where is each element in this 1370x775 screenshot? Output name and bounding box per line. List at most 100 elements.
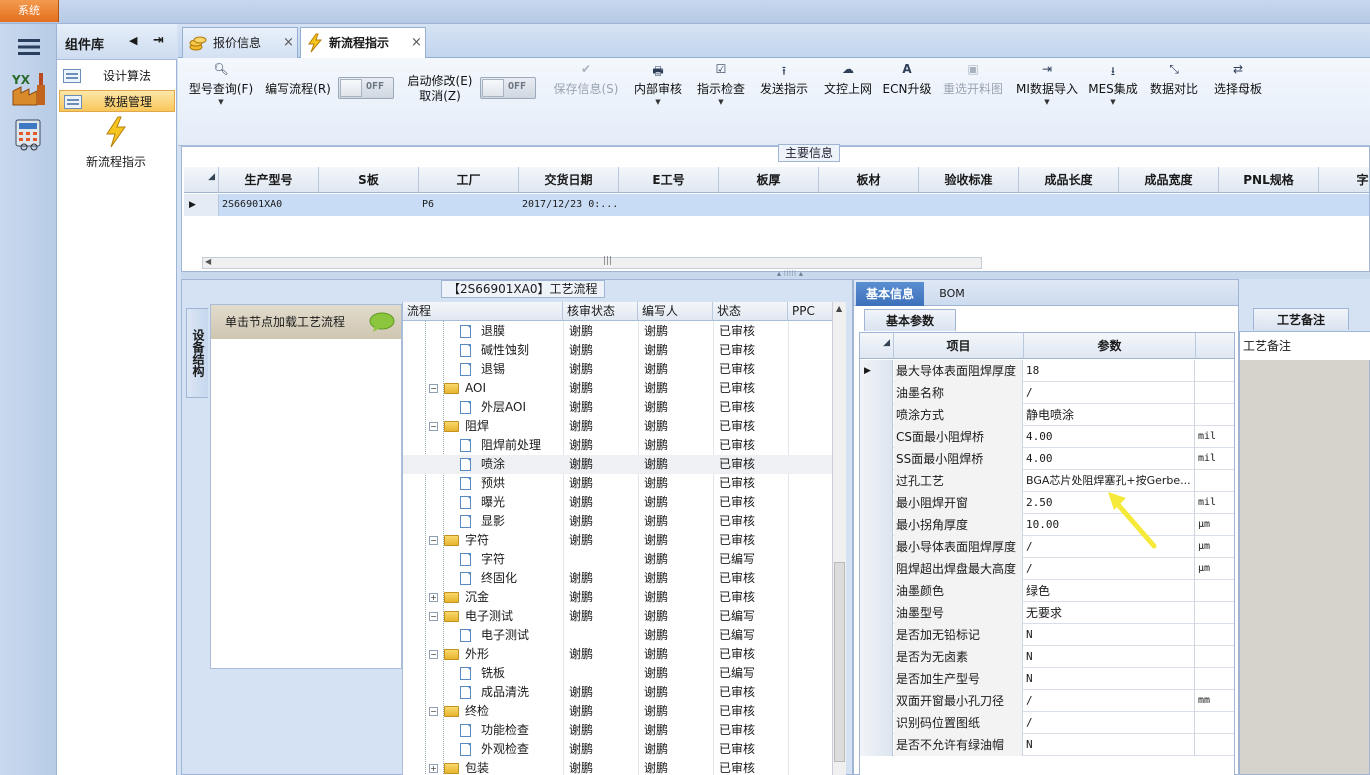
column-header[interactable]: 流程 xyxy=(403,302,563,321)
column-header[interactable]: 验收标准 xyxy=(919,167,1019,193)
table-row[interactable]: 最小导体表面阻焊厚度 / μm xyxy=(860,536,1234,558)
column-header[interactable]: 核审状态 xyxy=(563,302,638,321)
splitter[interactable]: ▴ ⁝⁝⁝⁝⁝ ▴ xyxy=(181,269,1370,279)
param-value[interactable]: / xyxy=(1024,712,1195,734)
column-header[interactable]: 生产型号 xyxy=(219,167,319,193)
collapse-toggle-icon[interactable]: − xyxy=(429,536,438,545)
list-item[interactable]: 碱性蚀刻 谢鹏 谢鹏 已审核 xyxy=(403,341,833,360)
close-icon[interactable]: × xyxy=(283,28,294,58)
table-row[interactable]: CS面最小阻焊桥 4.00 mil xyxy=(860,426,1234,448)
list-item[interactable]: − 电子测试 谢鹏 谢鹏 已编写 xyxy=(403,607,833,626)
table-row[interactable]: 阻焊超出焊盘最大高度 / μm xyxy=(860,558,1234,580)
column-header[interactable]: 工厂 xyxy=(419,167,519,193)
param-value[interactable]: N xyxy=(1024,646,1195,668)
param-value[interactable]: 4.00 xyxy=(1024,426,1195,448)
column-header[interactable]: 参数 xyxy=(1024,333,1196,359)
param-value[interactable]: / xyxy=(1024,382,1195,404)
component-item-data-management[interactable]: 数据管理 xyxy=(59,90,175,112)
select-master-button[interactable]: ⇄ 选择母板 xyxy=(1210,58,1266,118)
param-value[interactable]: 绿色 xyxy=(1024,580,1195,602)
param-value[interactable]: 18 xyxy=(1024,360,1195,382)
column-header[interactable]: 编写人 xyxy=(638,302,713,321)
table-row[interactable]: 油墨颜色 绿色 xyxy=(860,580,1234,602)
tab-quote-info[interactable]: 报价信息 × xyxy=(182,27,298,58)
column-header[interactable]: PNL规格 xyxy=(1219,167,1319,193)
param-value[interactable]: / xyxy=(1024,690,1195,712)
table-row[interactable]: 最小阻焊开窗 2.50 mil xyxy=(860,492,1234,514)
column-header[interactable]: PPC xyxy=(788,302,833,321)
model-query-button[interactable]: 🔍︎ 型号查询(F) ▼ xyxy=(184,58,258,118)
list-item-selected[interactable]: 喷涂 谢鹏 谢鹏 已审核 xyxy=(403,455,833,474)
component-item-design-algorithm[interactable]: 设计算法 xyxy=(59,65,175,87)
list-item[interactable]: − 字符 谢鹏 谢鹏 已审核 xyxy=(403,531,833,550)
param-value[interactable]: / xyxy=(1024,558,1195,580)
list-item[interactable]: 外层AOI 谢鹏 谢鹏 已审核 xyxy=(403,398,833,417)
list-item[interactable]: 退膜 谢鹏 谢鹏 已审核 xyxy=(403,322,833,341)
list-item[interactable]: − 终检 谢鹏 谢鹏 已审核 xyxy=(403,702,833,721)
mes-integration-button[interactable]: ⭳ MES集成 ▼ xyxy=(1088,58,1138,118)
edit-flow-button[interactable]: 编写流程(R) xyxy=(262,58,334,118)
cell-delivery-date[interactable]: 2017/12/23 0:... xyxy=(519,194,619,216)
list-item[interactable]: 退锡 谢鹏 谢鹏 已审核 xyxy=(403,360,833,379)
table-row[interactable]: 喷涂方式 静电喷涂 xyxy=(860,404,1234,426)
list-item[interactable]: 功能检查 谢鹏 谢鹏 已审核 xyxy=(403,721,833,740)
param-value[interactable]: N xyxy=(1024,668,1195,690)
vertical-scrollbar[interactable]: ▲ xyxy=(832,302,846,775)
hamburger-menu-icon[interactable] xyxy=(10,28,48,66)
list-item[interactable]: + 沉金 谢鹏 谢鹏 已审核 xyxy=(403,588,833,607)
expand-toggle-icon[interactable]: + xyxy=(429,764,438,773)
table-row[interactable]: 是否加无铅标记 N xyxy=(860,624,1234,646)
table-row[interactable]: 过孔工艺 BGA芯片处阻焊塞孔+按Gerbe... xyxy=(860,470,1234,492)
list-item[interactable]: − 阻焊 谢鹏 谢鹏 已审核 xyxy=(403,417,833,436)
table-row[interactable]: 是否不允许有绿油帽 N xyxy=(860,734,1234,756)
column-header[interactable]: 交货日期 xyxy=(519,167,619,193)
param-value[interactable]: N xyxy=(1024,734,1195,756)
tab-process-remarks[interactable]: 工艺备注 xyxy=(1253,308,1349,330)
tab-bom[interactable]: BOM xyxy=(932,282,972,306)
list-item[interactable]: 铣板 谢鹏 已编写 xyxy=(403,664,833,683)
save-info-button[interactable]: ✔ 保存信息(S) xyxy=(550,58,622,118)
factory-logo-icon[interactable]: YX xyxy=(10,70,48,108)
horizontal-scrollbar[interactable]: ◀ ||| xyxy=(202,256,982,269)
collapse-toggle-icon[interactable]: − xyxy=(429,707,438,716)
column-header[interactable]: S板 xyxy=(319,167,419,193)
table-row[interactable]: 识别码位置图纸 / xyxy=(860,712,1234,734)
collapse-toggle-icon[interactable]: − xyxy=(429,650,438,659)
scroll-left-icon[interactable]: ◀ xyxy=(205,257,211,266)
table-row[interactable]: SS面最小阻焊桥 4.00 mil xyxy=(860,448,1234,470)
list-item[interactable]: + 包装 谢鹏 谢鹏 已审核 xyxy=(403,759,833,775)
scroll-up-icon[interactable]: ▲ xyxy=(836,304,842,313)
list-item[interactable]: 字符 谢鹏 已编写 xyxy=(403,550,833,569)
collapse-toggle-icon[interactable]: − xyxy=(429,612,438,621)
system-button[interactable]: 系统 xyxy=(0,0,59,22)
table-row[interactable]: 最小拐角厚度 10.00 μm xyxy=(860,514,1234,536)
tab-equipment-structure[interactable]: 设备结构 xyxy=(186,308,208,398)
table-row[interactable]: 是否加生产型号 N xyxy=(860,668,1234,690)
expand-toggle-icon[interactable]: + xyxy=(429,593,438,602)
list-item[interactable]: 外观检查 谢鹏 谢鹏 已审核 xyxy=(403,740,833,759)
column-header[interactable]: 成品长度 xyxy=(1019,167,1119,193)
list-item[interactable]: 曝光 谢鹏 谢鹏 已审核 xyxy=(403,493,833,512)
column-header[interactable]: 项目 xyxy=(894,333,1024,359)
param-value[interactable]: 无要求 xyxy=(1024,602,1195,624)
list-item[interactable]: 终固化 谢鹏 谢鹏 已审核 xyxy=(403,569,833,588)
table-row[interactable]: ▶ 最大导体表面阻焊厚度 18 xyxy=(860,360,1234,382)
column-header[interactable]: 板材 xyxy=(819,167,919,193)
start-modify-button[interactable]: 启动修改(E) 取消(Z) xyxy=(404,58,476,118)
tab-new-flow-instruction[interactable]: 新流程指示 × xyxy=(300,27,426,59)
cell-factory[interactable]: P6 xyxy=(419,194,519,216)
start-modify-toggle[interactable]: OFF xyxy=(480,77,536,99)
param-value[interactable]: 静电喷涂 xyxy=(1024,404,1195,426)
param-value[interactable]: N xyxy=(1024,624,1195,646)
table-row[interactable]: 双面开窗最小孔刀径 / mm xyxy=(860,690,1234,712)
list-item[interactable]: − 外形 谢鹏 谢鹏 已审核 xyxy=(403,645,833,664)
cell-model[interactable]: 2S66901XA0 xyxy=(219,194,319,216)
close-icon[interactable]: × xyxy=(411,28,422,58)
list-item[interactable]: 显影 谢鹏 谢鹏 已审核 xyxy=(403,512,833,531)
table-row[interactable]: 油墨名称 / xyxy=(860,382,1234,404)
instruction-check-button[interactable]: ☑ 指示检查 ▼ xyxy=(693,58,749,118)
reselect-cut-button[interactable]: ▣ 重选开料图 xyxy=(940,58,1006,118)
calculator-icon[interactable] xyxy=(10,116,48,154)
data-compare-button[interactable]: ⤡ 数据对比 xyxy=(1146,58,1202,118)
param-value[interactable]: 4.00 xyxy=(1024,448,1195,470)
